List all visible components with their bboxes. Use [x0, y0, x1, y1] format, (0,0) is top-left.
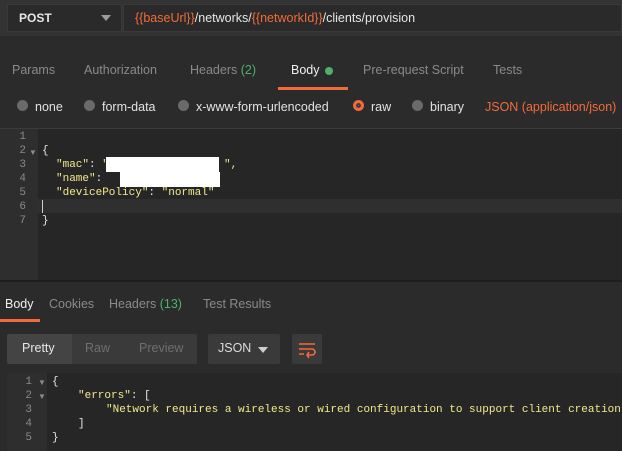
- code-open-brace: {: [42, 145, 49, 157]
- code-line-mac: "mac": ": [56, 159, 109, 171]
- json-key-name: "name": [56, 173, 96, 185]
- code-line-name: "name":: [56, 173, 102, 185]
- tab-headers-count: (2): [240, 63, 257, 77]
- fold-arrow-icon[interactable]: ▼: [38, 378, 46, 387]
- json-key-mac: "mac": [56, 159, 90, 171]
- fold-arrow-icon[interactable]: ▼: [38, 392, 46, 401]
- line-number: 6: [19, 201, 26, 213]
- body-modified-indicator: [325, 67, 333, 75]
- json-bracket-open: : [: [130, 390, 151, 402]
- response-line-clip: "Network requires a wireless or wired co…: [0, 402, 622, 418]
- tab-pre-request-script[interactable]: Pre-request Script: [363, 63, 464, 77]
- line-number: 7: [19, 215, 26, 227]
- content-type-select[interactable]: JSON (application/json): [485, 100, 616, 114]
- code-close-brace: }: [42, 215, 49, 227]
- format-label: JSON: [218, 341, 252, 355]
- active-tab-underline: [278, 87, 348, 90]
- radio-form-data-label: form-data: [102, 100, 156, 114]
- line-number: 5: [19, 187, 26, 199]
- json-bracket-close: ]: [78, 418, 85, 430]
- tab-tests[interactable]: Tests: [493, 63, 522, 77]
- wrap-lines-icon: [299, 343, 316, 359]
- radio-raw[interactable]: [353, 100, 364, 111]
- url-text: {{baseUrl}}/networks/{{networkId}}/clien…: [135, 11, 415, 25]
- response-tab-headers[interactable]: Headers (13): [109, 297, 182, 311]
- json-colon: :: [148, 187, 162, 199]
- chevron-down-icon: [101, 15, 111, 21]
- json-value-mac-close: ",: [224, 159, 238, 171]
- format-select[interactable]: JSON: [208, 334, 280, 364]
- response-open-brace: {: [52, 376, 59, 388]
- response-close-brace: }: [52, 432, 59, 444]
- active-tab-underline: [0, 319, 40, 322]
- response-tabs: Body Cookies Headers (13) Test Results: [0, 282, 622, 322]
- tab-headers-label: Headers: [190, 63, 238, 77]
- radio-form-data[interactable]: [84, 100, 95, 111]
- chevron-down-icon: [258, 347, 268, 353]
- tab-params[interactable]: Params: [12, 63, 55, 77]
- line-number: 4: [19, 173, 26, 185]
- url-seg-2: /clients/provision: [322, 11, 416, 25]
- response-tab-cookies[interactable]: Cookies: [49, 297, 94, 311]
- line-number: 3: [19, 159, 26, 171]
- radio-raw-label: raw: [371, 100, 392, 114]
- radio-x-www-form-urlencoded[interactable]: [178, 100, 189, 111]
- tab-authorization[interactable]: Authorization: [84, 63, 157, 77]
- json-value-device-policy: "normal": [161, 187, 215, 199]
- line-number: 1: [19, 131, 26, 143]
- line-number: 4: [25, 418, 32, 430]
- method-label: POST: [19, 11, 52, 25]
- line-number: 2: [19, 145, 26, 157]
- json-key-errors: "errors": [78, 390, 131, 402]
- json-key-device-policy: "devicePolicy": [56, 187, 149, 199]
- code-line-policy: "devicePolicy": "normal": [56, 187, 214, 199]
- response-tab-headers-count: (13): [159, 297, 182, 311]
- url-var-network: {{networkId}}: [251, 11, 323, 25]
- radio-x-www-form-urlencoded-label: x-www-form-urlencoded: [196, 100, 329, 114]
- request-tabs: Params Authorization Headers (2) Body Pr…: [0, 54, 622, 88]
- response-tab-test-results[interactable]: Test Results: [203, 297, 271, 311]
- wrap-lines-button[interactable]: [292, 334, 322, 364]
- url-input[interactable]: {{baseUrl}}/networks/{{networkId}}/clien…: [123, 4, 622, 32]
- radio-binary[interactable]: [412, 100, 423, 111]
- view-mode-preview[interactable]: Preview: [139, 341, 183, 355]
- response-tab-body[interactable]: Body: [5, 297, 34, 311]
- line-number: 1: [25, 376, 32, 388]
- method-select[interactable]: POST: [7, 4, 122, 32]
- json-colon: :: [89, 159, 103, 171]
- radio-binary-label: binary: [430, 100, 465, 114]
- response-tab-headers-label: Headers: [109, 297, 157, 311]
- radio-none-label: none: [35, 100, 63, 114]
- response-line-errors: "errors": [: [78, 390, 151, 402]
- tab-body[interactable]: Body: [291, 63, 320, 77]
- line-number: 2: [25, 390, 32, 402]
- view-mode-pretty[interactable]: Pretty: [22, 341, 55, 355]
- url-var-base: {{baseUrl}}: [135, 11, 195, 25]
- json-error-message: "Network requires a wireless or wired co…: [106, 404, 622, 416]
- fold-arrow-icon[interactable]: ▼: [29, 148, 37, 157]
- redacted-value: [120, 172, 220, 187]
- json-colon: :: [95, 173, 103, 185]
- redacted-value: [106, 157, 219, 172]
- radio-none[interactable]: [17, 100, 28, 111]
- active-line-highlight: [38, 199, 622, 213]
- url-seg-1: /networks/: [194, 11, 252, 25]
- tab-headers[interactable]: Headers (2): [190, 63, 256, 77]
- text-cursor: [42, 200, 43, 213]
- line-number: 5: [25, 432, 32, 444]
- view-mode-raw[interactable]: Raw: [85, 341, 110, 355]
